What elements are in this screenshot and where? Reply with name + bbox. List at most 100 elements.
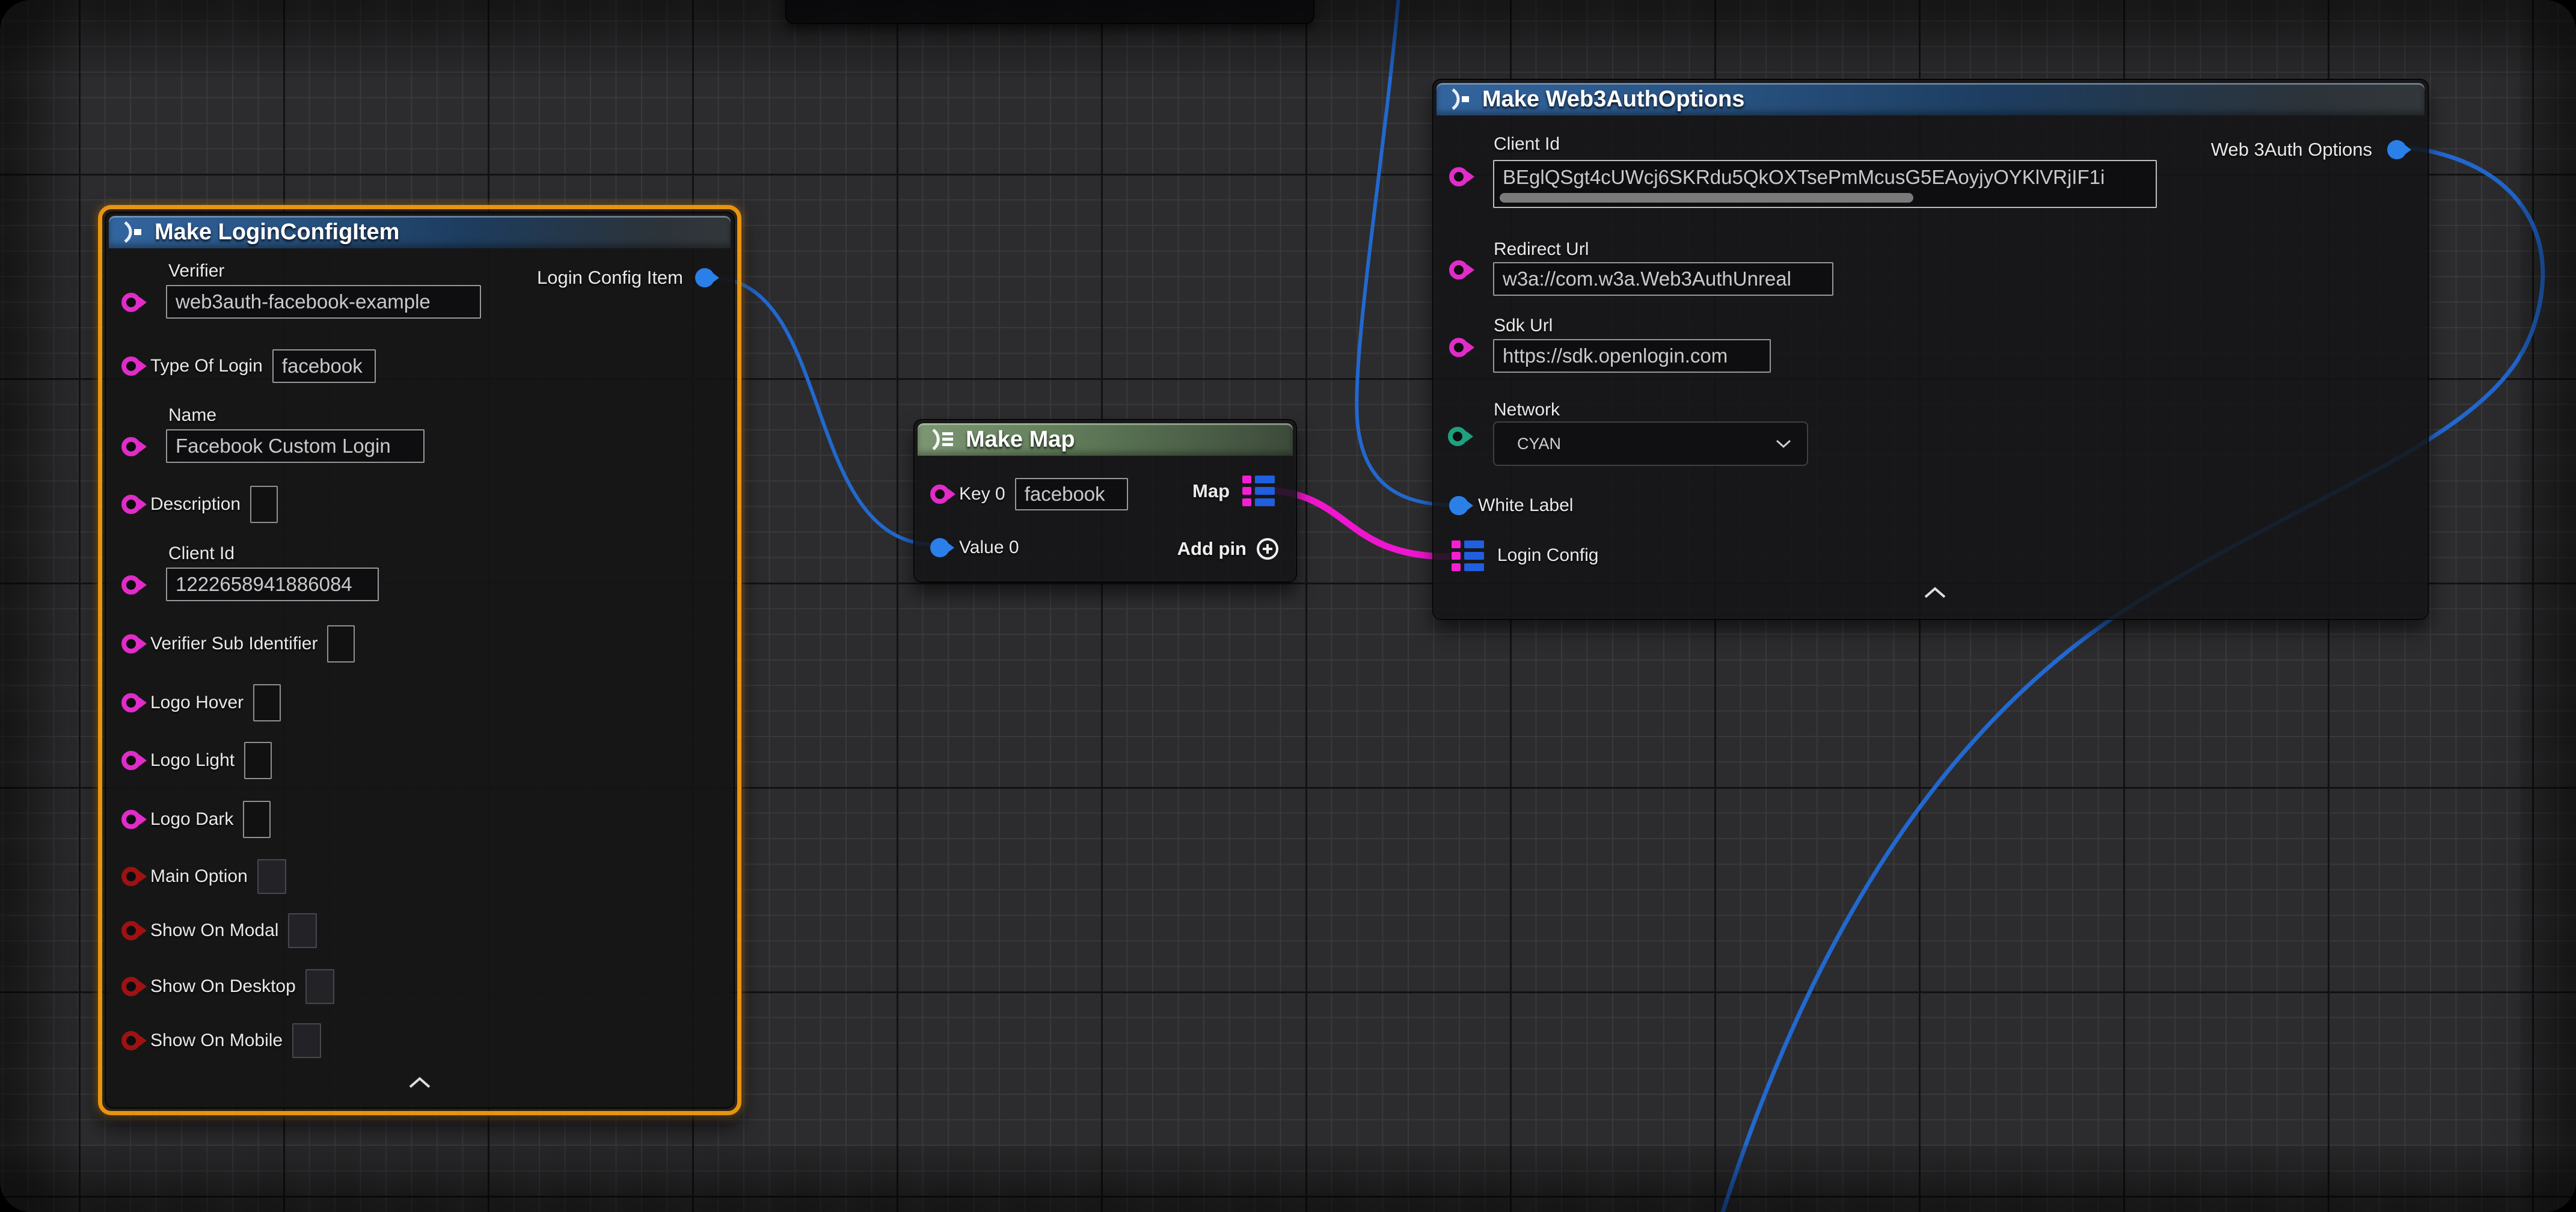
row-key0: Key 0 facebook [930, 478, 1128, 510]
pin-white-label[interactable] [1449, 496, 1468, 515]
client-id-input[interactable]: 1222658941886084 [166, 568, 379, 601]
pin-label-network: Network [1494, 400, 1560, 420]
collapse-chevron-icon[interactable] [1922, 586, 1948, 599]
pin-label-value0: Value 0 [959, 537, 1019, 558]
row-logo-hover: Logo Hover [121, 684, 281, 722]
row-show-on-mobile: Show On Mobile [121, 1023, 321, 1058]
pin-client-id[interactable] [1449, 167, 1468, 186]
pin-logo-dark[interactable] [121, 810, 141, 829]
pin-sdk-url[interactable] [1449, 338, 1468, 357]
sdk-url-input[interactable]: https://sdk.openlogin.com [1493, 339, 1771, 373]
output-pin-login-config-item[interactable] [695, 268, 714, 287]
map-pin-value-swatch [1255, 476, 1275, 483]
pin-label-type-of-login: Type Of Login [150, 356, 263, 376]
map-pin-value-swatch [1464, 540, 1484, 548]
map-pin-key-swatch [1242, 487, 1251, 495]
node-make-map[interactable]: Make Map Key 0 facebook Map Value 0 Add … [913, 419, 1297, 583]
row-verifier-sub-identifier: Verifier Sub Identifier [121, 625, 355, 663]
description-input[interactable] [250, 486, 278, 523]
wire-loginconfigitem-to-value0[interactable] [711, 278, 936, 545]
logo-dark-input[interactable] [243, 801, 271, 838]
node-make-loginconfigitem[interactable]: Make LoginConfigItem Login Config Item V… [98, 205, 741, 1115]
node-header[interactable]: Make LoginConfigItem [109, 216, 731, 248]
pin-type-of-login[interactable] [121, 357, 141, 376]
pin-verifier[interactable] [121, 293, 141, 312]
login-config-map-pin-icon[interactable] [1452, 540, 1484, 571]
wire-map-to-loginconfig[interactable] [1275, 491, 1450, 557]
row-value0: Value 0 [930, 533, 1019, 562]
pin-client-id[interactable] [121, 575, 141, 595]
type-of-login-input[interactable]: facebook [272, 349, 376, 383]
network-dropdown[interactable]: CYAN [1493, 421, 1808, 466]
pin-label-show-on-desktop: Show On Desktop [150, 976, 296, 997]
map-pin-key-swatch [1452, 540, 1461, 548]
row-show-on-desktop: Show On Desktop [121, 969, 334, 1004]
show-on-modal-checkbox[interactable] [288, 913, 317, 948]
map-pin-icon[interactable] [1242, 476, 1275, 506]
pin-key0[interactable] [930, 485, 949, 504]
add-pin-button[interactable]: Add pin [1177, 536, 1280, 562]
pin-main-option[interactable] [121, 867, 141, 886]
pin-show-on-desktop[interactable] [121, 977, 141, 996]
pin-label-logo-dark: Logo Dark [150, 809, 233, 830]
pin-network[interactable] [1448, 427, 1467, 446]
make-struct-icon [120, 219, 145, 245]
node-header[interactable]: Make Map [918, 423, 1293, 456]
pin-label-verifier: Verifier [168, 261, 224, 281]
show-on-desktop-checkbox[interactable] [305, 969, 334, 1004]
pin-name[interactable] [121, 437, 141, 456]
pin-logo-light[interactable] [121, 751, 141, 770]
output-pin-label-map: Map [1192, 480, 1230, 502]
row-logo-light: Logo Light [121, 741, 272, 780]
add-pin-label: Add pin [1177, 538, 1247, 560]
dropdown-chevron-icon [1774, 438, 1792, 449]
pin-label-login-config: Login Config [1497, 545, 1598, 566]
logo-light-input[interactable] [244, 742, 272, 779]
map-pin-value-swatch [1255, 498, 1275, 506]
row-main-option: Main Option [121, 859, 286, 894]
map-pin-key-swatch [1452, 552, 1461, 560]
client-id-scrollbar[interactable] [1500, 193, 1913, 203]
node-title: Make Map [966, 427, 1075, 453]
main-option-checkbox[interactable] [257, 859, 286, 894]
blueprint-graph-canvas[interactable]: Make LoginConfigItem Login Config Item V… [0, 0, 2576, 1212]
offscreen-node-bottom-edge[interactable] [785, 0, 1314, 24]
pin-label-name: Name [168, 405, 216, 426]
row-login-config: Login Config [1452, 538, 1598, 573]
pin-label-white-label: White Label [1478, 495, 1573, 516]
node-title: Make Web3AuthOptions [1482, 87, 1744, 112]
pin-label-show-on-modal: Show On Modal [150, 920, 278, 941]
network-selected-value: CYAN [1517, 435, 1561, 453]
pin-label-main-option: Main Option [150, 866, 248, 887]
map-pin-key-swatch [1242, 476, 1251, 483]
show-on-mobile-checkbox[interactable] [292, 1023, 321, 1058]
output-pin-web3auth-options[interactable] [2387, 140, 2406, 159]
pin-description[interactable] [121, 495, 141, 514]
pin-show-on-modal[interactable] [121, 921, 141, 940]
verifier-input[interactable]: web3auth-facebook-example [166, 285, 481, 319]
pin-logo-hover[interactable] [121, 693, 141, 712]
node-header[interactable]: Make Web3AuthOptions [1437, 83, 2424, 115]
key0-input[interactable]: facebook [1015, 478, 1128, 510]
map-pin-value-swatch [1464, 552, 1484, 560]
add-pin-plus-icon [1255, 536, 1280, 562]
name-input[interactable]: Facebook Custom Login [166, 429, 425, 463]
pin-label-logo-hover: Logo Hover [150, 693, 244, 713]
redirect-url-input[interactable]: w3a://com.w3a.Web3AuthUnreal [1493, 262, 1833, 296]
node-make-loginconfigitem-body[interactable]: Make LoginConfigItem Login Config Item V… [105, 212, 735, 1109]
verifier-sub-identifier-input[interactable] [327, 625, 355, 663]
pin-show-on-mobile[interactable] [121, 1031, 141, 1050]
node-make-web3authoptions[interactable]: Make Web3AuthOptions Web 3Auth Options C… [1432, 79, 2429, 620]
output-pin-label: Web 3Auth Options [2211, 139, 2372, 161]
pin-label-logo-light: Logo Light [150, 750, 235, 771]
pin-label-verifier-sub-identifier: Verifier Sub Identifier [150, 634, 317, 654]
collapse-chevron-icon[interactable] [406, 1076, 433, 1089]
map-pin-value-swatch [1255, 487, 1275, 495]
logo-hover-input[interactable] [253, 684, 281, 721]
pin-label-client-id: Client Id [168, 543, 235, 564]
pin-redirect-url[interactable] [1449, 260, 1468, 280]
pin-verifier-sub-identifier[interactable] [121, 634, 141, 653]
map-pin-key-swatch [1242, 498, 1251, 506]
row-type-of-login: Type Of Login facebook [121, 349, 376, 383]
pin-value0[interactable] [930, 538, 949, 557]
